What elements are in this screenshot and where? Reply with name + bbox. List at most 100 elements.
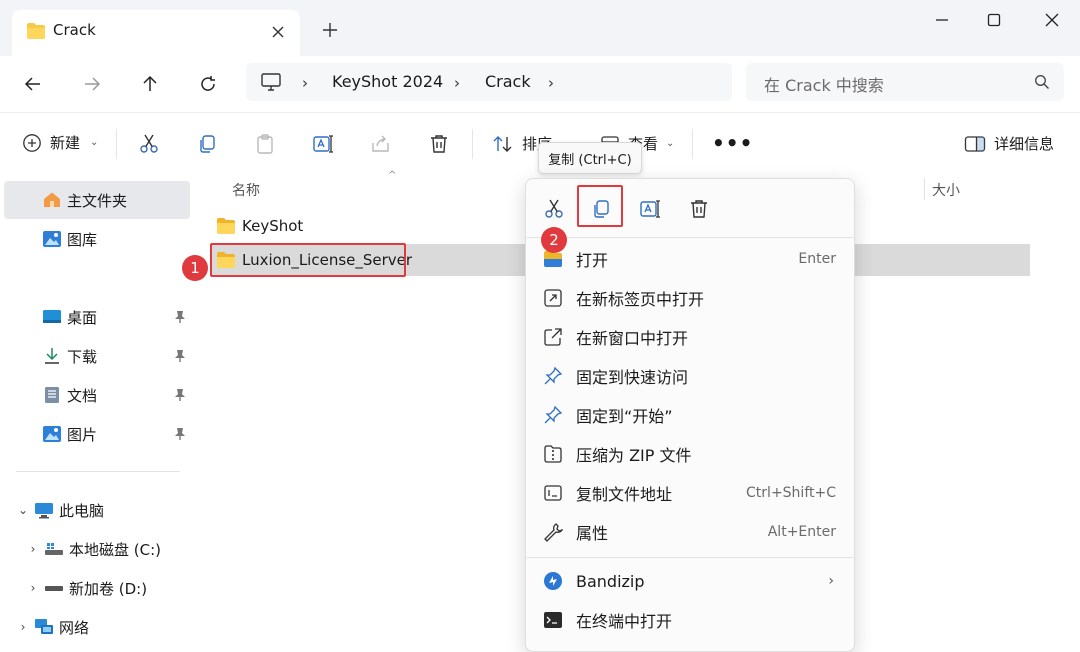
search-icon[interactable] xyxy=(1034,74,1050,90)
chevron-right-icon: › xyxy=(828,573,834,589)
close-window-icon[interactable] xyxy=(1040,8,1064,32)
rename-icon[interactable] xyxy=(630,191,670,227)
search-input[interactable]: 在 Crack 中搜索 xyxy=(746,63,1064,101)
share-icon[interactable] xyxy=(370,133,392,155)
zip-folder-icon xyxy=(542,444,564,464)
breadcrumb-separator-icon[interactable]: › xyxy=(548,74,554,92)
file-name: KeyShot xyxy=(242,217,304,235)
pin-icon xyxy=(542,405,564,425)
computer-icon xyxy=(34,501,54,519)
menu-item-properties[interactable]: 属性 Alt+Enter xyxy=(532,514,848,550)
menu-divider xyxy=(526,237,854,238)
drive-icon xyxy=(44,540,64,558)
sidebar-item-d-drive[interactable]: › 新加卷 (D:) xyxy=(4,569,190,607)
sidebar-item-this-pc[interactable]: ⌄ 此电脑 xyxy=(4,491,190,529)
pin-icon[interactable] xyxy=(174,349,186,363)
tab-crack[interactable]: Crack xyxy=(12,10,300,56)
column-header-size[interactable]: 大小 xyxy=(932,180,960,200)
breadcrumb-keyshot-2024[interactable]: KeyShot 2024 xyxy=(332,72,443,91)
menu-item-label: 打开 xyxy=(576,251,609,270)
chevron-right-icon[interactable]: › xyxy=(22,542,44,556)
details-pane-label: 详细信息 xyxy=(994,135,1055,153)
paste-icon[interactable] xyxy=(254,133,276,155)
cut-icon[interactable] xyxy=(534,191,574,227)
menu-item-bandizip[interactable]: Bandizip › xyxy=(532,563,848,599)
menu-item-label: Bandizip xyxy=(576,571,645,591)
refresh-icon[interactable] xyxy=(191,67,225,101)
forward-arrow-icon[interactable] xyxy=(75,67,109,101)
minimize-icon[interactable] xyxy=(930,8,954,32)
sidebar-item-home[interactable]: 主文件夹 xyxy=(4,181,190,219)
pin-icon[interactable] xyxy=(174,427,186,441)
context-menu: 打开 Enter 在新标签页中打开 在新窗口中打开 固定到快速访问 固定到“开始… xyxy=(525,178,855,652)
sidebar-item-network[interactable]: › 网络 xyxy=(4,608,190,646)
menu-item-compress-to-zip[interactable]: 压缩为 ZIP 文件 xyxy=(532,436,848,472)
new-tab-icon[interactable] xyxy=(318,18,342,42)
new-button[interactable]: 新建 ⌄ xyxy=(22,132,98,153)
more-options-icon[interactable]: ••• xyxy=(712,131,753,155)
chevron-down-icon[interactable]: ⌄ xyxy=(12,503,34,517)
menu-divider xyxy=(526,557,854,558)
breadcrumb-separator-icon[interactable]: › xyxy=(454,74,460,92)
sidebar-item-label: 此电脑 xyxy=(59,501,105,520)
cut-icon[interactable] xyxy=(138,133,160,155)
title-bar: Crack xyxy=(0,0,1080,56)
highlight-box xyxy=(577,185,623,227)
sidebar-item-desktop[interactable]: 桌面 xyxy=(4,298,190,336)
breadcrumb-crack[interactable]: Crack xyxy=(485,72,531,91)
navigation-bar: › KeyShot 2024 › Crack › 在 Crack 中搜索 xyxy=(0,56,1080,112)
menu-item-open-in-new-tab[interactable]: 在新标签页中打开 xyxy=(532,280,848,316)
pin-icon[interactable] xyxy=(174,310,186,324)
highlight-box xyxy=(210,243,406,277)
back-arrow-icon[interactable] xyxy=(16,67,50,101)
folder-icon xyxy=(26,22,46,40)
menu-item-pin-to-start[interactable]: 固定到“开始” xyxy=(532,397,848,433)
trash-icon[interactable] xyxy=(679,191,719,227)
sidebar-item-downloads[interactable]: 下载 xyxy=(4,337,190,375)
menu-item-open-in-new-window[interactable]: 在新窗口中打开 xyxy=(532,319,848,355)
drive-icon xyxy=(44,579,64,597)
gallery-icon xyxy=(42,230,62,248)
up-arrow-icon[interactable] xyxy=(133,67,167,101)
copy-icon[interactable] xyxy=(196,133,218,155)
navigation-pane: 主文件夹 图库 桌面 下载 文档 图片 ⌄ 此电脑 › 本地磁盘 (C:) › … xyxy=(0,174,196,652)
menu-item-label: 压缩为 ZIP 文件 xyxy=(576,446,692,465)
address-bar[interactable]: › KeyShot 2024 › Crack › xyxy=(246,63,732,101)
menu-item-label: 固定到快速访问 xyxy=(576,368,689,387)
plus-circle-icon xyxy=(22,133,42,153)
chevron-right-icon[interactable]: › xyxy=(22,581,44,595)
chevron-right-icon[interactable]: › xyxy=(12,620,34,634)
sidebar-item-gallery[interactable]: 图库 xyxy=(4,220,190,258)
rename-icon[interactable] xyxy=(312,133,334,155)
details-pane-button[interactable]: 详细信息 xyxy=(964,133,1054,154)
pictures-icon xyxy=(42,425,62,443)
column-header-name[interactable]: 名称 xyxy=(232,180,260,200)
menu-item-copy-as-path[interactable]: 复制文件地址 Ctrl+Shift+C xyxy=(532,475,848,511)
menu-item-open-in-terminal[interactable]: 在终端中打开 xyxy=(532,602,848,638)
menu-item-shortcut: Alt+Enter xyxy=(767,524,836,540)
external-link-icon xyxy=(542,327,564,347)
close-tab-icon[interactable] xyxy=(266,20,290,44)
pin-icon[interactable] xyxy=(174,388,186,402)
menu-item-label: 在新标签页中打开 xyxy=(576,290,705,309)
sidebar-divider xyxy=(16,471,180,472)
sidebar-item-pictures[interactable]: 图片 xyxy=(4,415,190,453)
chevron-down-icon: ⌄ xyxy=(90,137,99,148)
sort-caret-icon: ^ xyxy=(388,170,397,181)
sidebar-item-label: 桌面 xyxy=(67,308,98,327)
sidebar-item-c-drive[interactable]: › 本地磁盘 (C:) xyxy=(4,530,190,568)
menu-item-open[interactable]: 打开 Enter xyxy=(532,241,848,277)
tab-title: Crack xyxy=(53,21,96,39)
details-pane-icon xyxy=(964,135,986,153)
menu-item-label: 复制文件地址 xyxy=(576,485,673,504)
sidebar-item-label: 主文件夹 xyxy=(67,191,128,210)
chevron-down-icon: ⌄ xyxy=(666,138,675,149)
sidebar-item-label: 网络 xyxy=(59,618,90,637)
column-divider[interactable] xyxy=(924,178,925,200)
menu-item-pin-to-quick-access[interactable]: 固定到快速访问 xyxy=(532,358,848,394)
document-icon xyxy=(42,386,62,404)
maximize-icon[interactable] xyxy=(982,8,1006,32)
sidebar-item-documents[interactable]: 文档 xyxy=(4,376,190,414)
breadcrumb-separator-icon[interactable]: › xyxy=(302,74,308,92)
trash-icon[interactable] xyxy=(428,133,450,155)
